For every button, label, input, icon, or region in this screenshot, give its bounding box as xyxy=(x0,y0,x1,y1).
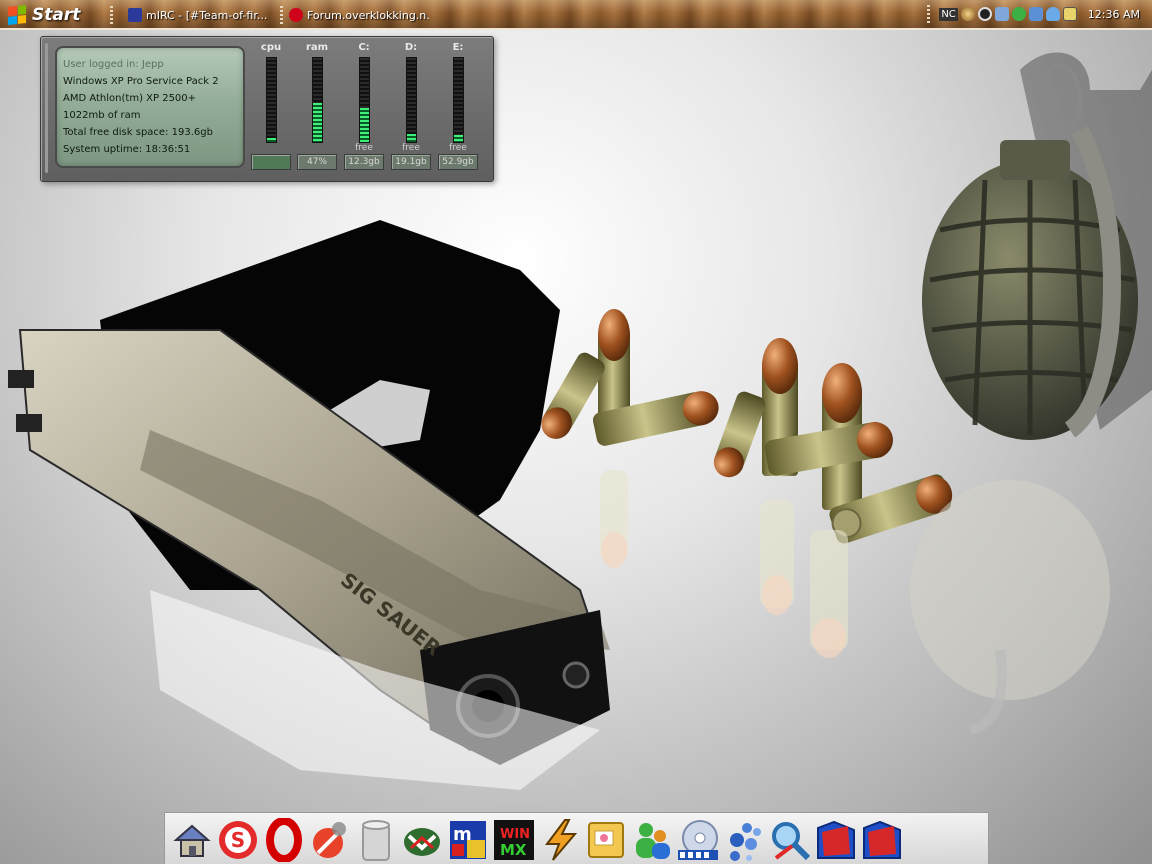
meter-label: C: xyxy=(358,42,370,53)
meter-fill xyxy=(312,102,322,142)
info-disk: Total free disk space: 193.6gb xyxy=(63,127,213,138)
home-icon[interactable] xyxy=(170,816,214,864)
mirc-icon[interactable]: m xyxy=(446,816,490,864)
task-button-mirc[interactable]: mIRC - [#Team-of-fir... xyxy=(128,3,268,27)
meter-track xyxy=(311,57,323,143)
meter-drive-d: D: free 19.1gb xyxy=(390,41,432,177)
mirc-icon xyxy=(128,8,142,22)
mail-icon[interactable] xyxy=(400,816,444,864)
windows-logo-icon xyxy=(8,4,26,25)
start-button[interactable]: Start xyxy=(0,1,96,28)
messenger-icon[interactable] xyxy=(630,816,674,864)
widget-handle[interactable] xyxy=(45,43,48,173)
meter-label: D: xyxy=(404,42,418,53)
meter-drive-c: C: free 12.3gb xyxy=(343,41,385,177)
system-info-panel: User logged in: Jepp Windows XP Pro Serv… xyxy=(55,46,245,168)
meter-value: 12.3gb xyxy=(344,154,384,170)
meter-free-label: free xyxy=(449,143,467,153)
svg-text:MX: MX xyxy=(500,841,527,859)
info-os: Windows XP Pro Service Pack 2 xyxy=(63,76,219,87)
task-button-opera[interactable]: Forum.overklokking.n... xyxy=(289,3,429,27)
info-cpu: AMD Athlon(tm) XP 2500+ xyxy=(63,93,197,104)
bullets-image xyxy=(541,309,953,658)
meter-track xyxy=(358,57,370,143)
trash-icon[interactable] xyxy=(354,816,398,864)
meter-ram: ram 47% xyxy=(296,41,338,177)
meter-cpu: cpu xyxy=(250,41,292,177)
system-stats-widget: User logged in: Jepp Windows XP Pro Serv… xyxy=(40,36,494,182)
meter-fill xyxy=(266,137,276,142)
info-ram: 1022mb of ram xyxy=(63,110,141,121)
network-icon-2[interactable] xyxy=(1028,7,1043,21)
task-label-mirc: mIRC - [#Team-of-fir... xyxy=(146,8,268,22)
meter-track xyxy=(265,57,277,143)
folder-icon-2[interactable] xyxy=(860,816,904,864)
clock[interactable]: 12:36 AM xyxy=(1088,8,1140,21)
meter-drive-e: E: free 52.9gb xyxy=(437,41,479,177)
taskbar-grip[interactable] xyxy=(110,6,113,24)
bubbles-icon[interactable] xyxy=(722,816,766,864)
network-icon[interactable] xyxy=(994,7,1009,21)
msn-search-icon[interactable] xyxy=(308,816,352,864)
svg-text:WIN: WIN xyxy=(500,827,530,842)
meter-value: 19.1gb xyxy=(391,154,431,170)
meter-track xyxy=(405,57,417,143)
taskbar-grip-2[interactable] xyxy=(280,6,283,24)
meter-value: 47% xyxy=(297,154,337,170)
winmx-icon[interactable]: WIN MX xyxy=(492,816,536,864)
info-user: User logged in: Jepp xyxy=(63,59,164,70)
meter-value xyxy=(251,154,291,170)
meter-free-label xyxy=(296,143,338,153)
folder-icon[interactable] xyxy=(814,816,858,864)
system-tray: NC 12:36 AM xyxy=(921,0,1152,28)
meter-value: 52.9gb xyxy=(438,154,478,170)
meter-fill xyxy=(359,108,369,142)
messenger-icon[interactable] xyxy=(1011,7,1026,21)
tray-grip xyxy=(927,5,931,23)
nc-icon[interactable]: NC xyxy=(939,7,958,21)
meter-free-label: free xyxy=(402,143,420,153)
opera-icon xyxy=(289,8,303,22)
info-uptime: System uptime: 18:36:51 xyxy=(63,144,191,155)
opera-icon[interactable] xyxy=(262,816,306,864)
media-player-icon[interactable] xyxy=(676,816,720,864)
orb-icon[interactable] xyxy=(960,7,975,21)
meter-label: E: xyxy=(452,42,464,53)
meter-free-label: free xyxy=(355,143,373,153)
steam-icon[interactable] xyxy=(977,7,992,21)
outlook-icon[interactable] xyxy=(584,816,628,864)
monitor-icon[interactable] xyxy=(1062,7,1077,21)
winamp-icon[interactable] xyxy=(538,816,582,864)
search-tool-icon[interactable] xyxy=(768,816,812,864)
application-dock: S m WIN MX xyxy=(164,812,989,864)
meter-fill xyxy=(406,133,416,142)
meter-fill xyxy=(453,135,463,142)
skype-icon[interactable]: S xyxy=(216,816,260,864)
meter-track xyxy=(452,57,464,143)
taskbar: Start mIRC - [#Team-of-fir... Forum.over… xyxy=(0,0,1152,30)
meter-label: ram xyxy=(305,42,329,53)
svg-text:S: S xyxy=(231,828,245,852)
user-icon[interactable] xyxy=(1045,7,1060,21)
meter-free-label xyxy=(250,143,292,153)
meter-label: cpu xyxy=(260,42,282,53)
task-label-opera: Forum.overklokking.n... xyxy=(307,8,429,22)
start-label: Start xyxy=(32,4,81,25)
grenade-image xyxy=(910,52,1152,735)
